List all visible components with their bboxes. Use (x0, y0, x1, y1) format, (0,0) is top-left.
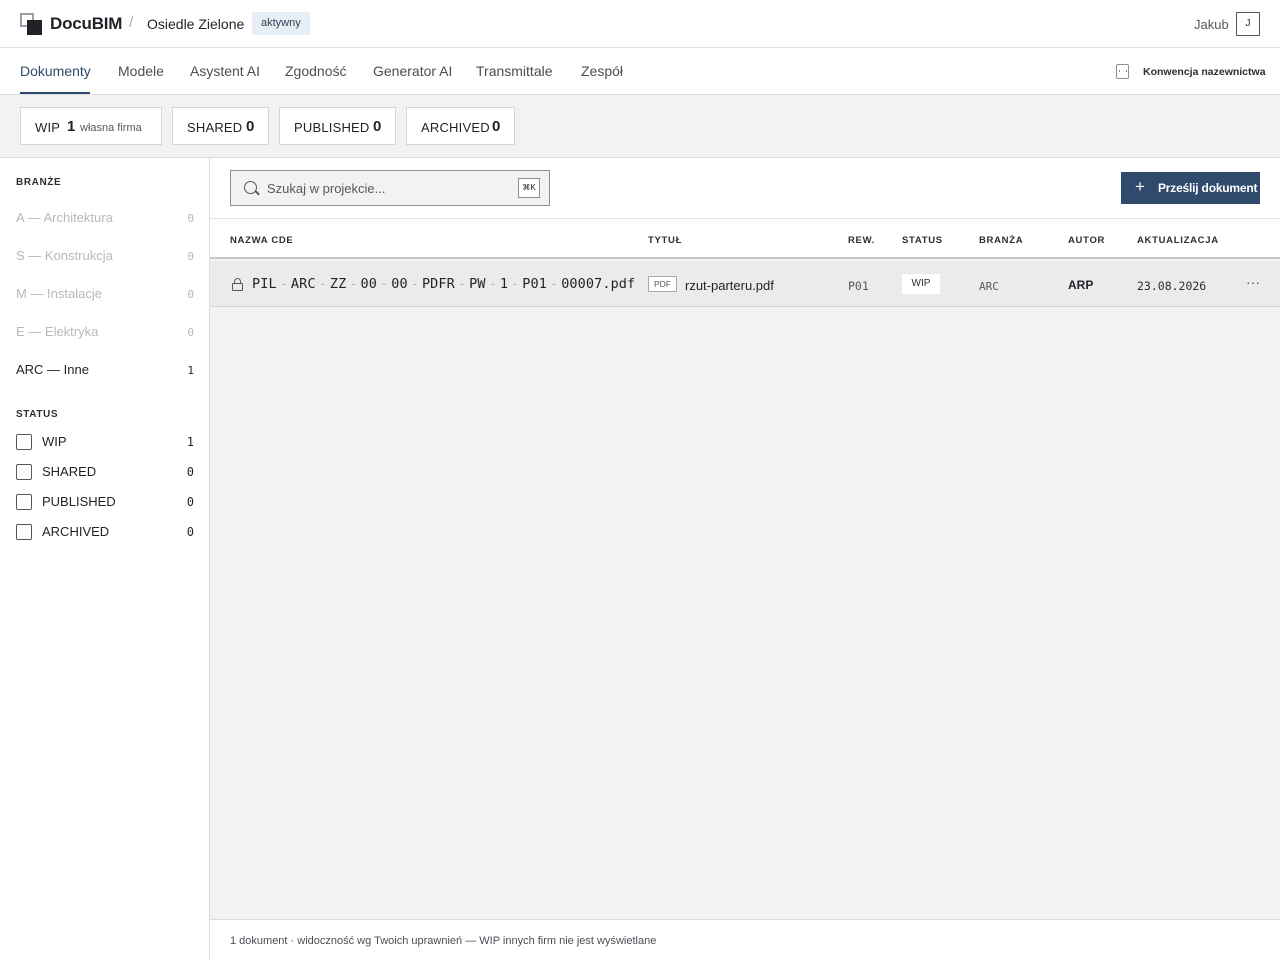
user-name[interactable]: Jakub (1194, 17, 1229, 32)
column-header-status[interactable]: STATUS (902, 235, 943, 246)
status-filter-count: 1 (186, 435, 194, 449)
app-name[interactable]: DocuBIM (50, 14, 122, 34)
search-box[interactable]: ⌘K (230, 170, 550, 206)
status-card-label: ARCHIVED (421, 120, 490, 135)
tab-transmittale[interactable]: Transmittale (476, 63, 553, 79)
upload-document-button[interactable]: + Prześlij dokument (1121, 172, 1260, 204)
branch-filter-elektryka[interactable]: E — Elektryka 0 (16, 322, 194, 342)
status-filter-label: ARCHIVED (42, 524, 110, 539)
status-card-count: 0 (373, 118, 382, 135)
branch-label: A — Architektura (16, 210, 113, 225)
status-filter-archived[interactable]: ARCHIVED 0 (16, 522, 194, 542)
branch-label: S — Konstrukcja (16, 248, 113, 263)
status-card-archived[interactable]: ARCHIVED 0 (406, 107, 515, 145)
tab-dokumenty[interactable]: Dokumenty (20, 63, 91, 79)
table-header: NAZWA CDE TYTUŁ REW. STATUS BRANŻA AUTOR… (210, 219, 1280, 259)
upload-button-label: Prześlij dokument (1158, 181, 1258, 195)
tab-generator-ai[interactable]: Generator AI (373, 63, 452, 79)
branch-count: 1 (187, 364, 194, 377)
project-name[interactable]: Osiedle Zielone (147, 16, 244, 32)
cde-name[interactable]: PIL - ARC - ZZ -00-00- PDFR - PW -1- P01-00007.pdf (252, 276, 635, 292)
status-card-label: WIP (35, 120, 61, 135)
project-status-badge: aktywny (252, 12, 310, 35)
document-title[interactable]: rzut-parteru.pdf (685, 278, 774, 293)
status-card-count: 0 (246, 118, 255, 135)
status-filter-published[interactable]: PUBLISHED 0 (16, 492, 194, 512)
checkbox[interactable] (16, 464, 32, 480)
more-options-icon[interactable]: ··· (1245, 275, 1261, 291)
status-card-count: 1 (67, 118, 76, 135)
code-file-icon (1116, 64, 1129, 79)
updated-cell: 23.08.2026 (1137, 279, 1207, 293)
documents-panel: ⌘K + Prześlij dokument NAZWA CDE TYTUŁ R… (210, 158, 1280, 960)
branch-filter-instalacje[interactable]: M — Instalacje 0 (16, 284, 194, 304)
checkbox[interactable] (16, 524, 32, 540)
status-card-label: PUBLISHED (294, 120, 370, 135)
branch-filter-architektura[interactable]: A — Architektura 0 (16, 208, 194, 228)
active-tab-indicator (20, 92, 90, 94)
column-header-title[interactable]: TYTUŁ (648, 235, 682, 246)
author-cell: ARP (1068, 278, 1094, 292)
branch-filter-inne[interactable]: ARC — Inne 1 (16, 360, 194, 380)
documents-toolbar: ⌘K + Prześlij dokument (210, 158, 1280, 219)
table-row[interactable]: PIL - ARC - ZZ -00-00- PDFR - PW -1- P01-00007.pdf… (210, 261, 1280, 307)
status-card-label: SHARED (187, 120, 243, 135)
status-filter-label: SHARED (42, 464, 97, 479)
checkbox[interactable] (16, 434, 32, 450)
footer-note: 1 dokument · widoczność wg Twoich uprawn… (230, 935, 657, 947)
shortcut-badge: ⌘K (518, 178, 540, 198)
checkbox[interactable] (16, 494, 32, 510)
filter-sidebar: BRANŻE A — Architektura 0 S — Konstrukcj… (0, 158, 210, 960)
tab-asystent-ai[interactable]: Asystent AI (190, 63, 260, 79)
revision-cell: P01 (848, 279, 869, 293)
branch-filter-konstrukcja[interactable]: S — Konstrukcja 0 (16, 246, 194, 266)
tab-zgodnosc[interactable]: Zgodność (285, 63, 346, 79)
status-filter-shared[interactable]: SHARED 0 (16, 462, 194, 482)
branch-count: 0 (187, 212, 194, 225)
tab-modele[interactable]: Modele (118, 63, 164, 79)
column-header-cde-name[interactable]: NAZWA CDE (230, 235, 293, 246)
status-filter-label: WIP (42, 434, 67, 449)
status-card-wip[interactable]: WIP 1 własna firma (20, 107, 162, 145)
lock-icon (232, 278, 243, 291)
status-card-note: własna firma (80, 122, 142, 134)
branch-label: M — Instalacje (16, 286, 102, 301)
status-badge: WIP (902, 274, 940, 294)
status-card-published[interactable]: PUBLISHED 0 (279, 107, 396, 145)
top-bar: DocuBIM / Osiedle Zielone aktywny Jakub … (0, 0, 1280, 48)
avatar[interactable]: J (1236, 12, 1260, 36)
tab-zespol[interactable]: Zespół (581, 63, 623, 79)
branch-count: 0 (187, 288, 194, 301)
status-summary: WIP 1 własna firma SHARED 0 PUBLISHED 0 … (0, 95, 1280, 158)
branch-count: 0 (187, 326, 194, 339)
status-filter-count: 0 (186, 495, 194, 509)
status-filter-count: 0 (186, 525, 194, 539)
naming-convention-label: Konwencja nazewnictwa (1143, 66, 1266, 78)
breadcrumb-separator: / (129, 14, 134, 31)
status-filter-wip[interactable]: WIP 1 (16, 432, 194, 452)
file-type-badge: PDF (648, 276, 677, 292)
status-filter-label: PUBLISHED (42, 494, 116, 509)
branch-label: E — Elektryka (16, 324, 99, 339)
logo-icon[interactable] (20, 13, 42, 35)
branch-label: ARC — Inne (16, 362, 89, 377)
status-card-shared[interactable]: SHARED 0 (172, 107, 269, 145)
status-card-count: 0 (492, 118, 501, 135)
plus-icon: + (1135, 177, 1145, 196)
status-filter-count: 0 (186, 465, 194, 479)
column-header-updated[interactable]: AKTUALIZACJA (1137, 235, 1219, 246)
status-title: STATUS (16, 409, 59, 420)
column-header-revision[interactable]: REW. (848, 235, 875, 246)
main-nav: Dokumenty Modele Asystent AI Zgodność Ge… (0, 48, 1280, 95)
branch-cell: ARC (979, 280, 999, 293)
table-footer: 1 dokument · widoczność wg Twoich uprawn… (210, 919, 1280, 960)
branch-count: 0 (187, 250, 194, 263)
column-header-branch[interactable]: BRANŻA (979, 235, 1023, 246)
branches-title: BRANŻE (16, 177, 62, 188)
column-header-author[interactable]: AUTOR (1068, 235, 1105, 246)
search-input[interactable] (267, 178, 507, 198)
search-icon (244, 181, 257, 194)
